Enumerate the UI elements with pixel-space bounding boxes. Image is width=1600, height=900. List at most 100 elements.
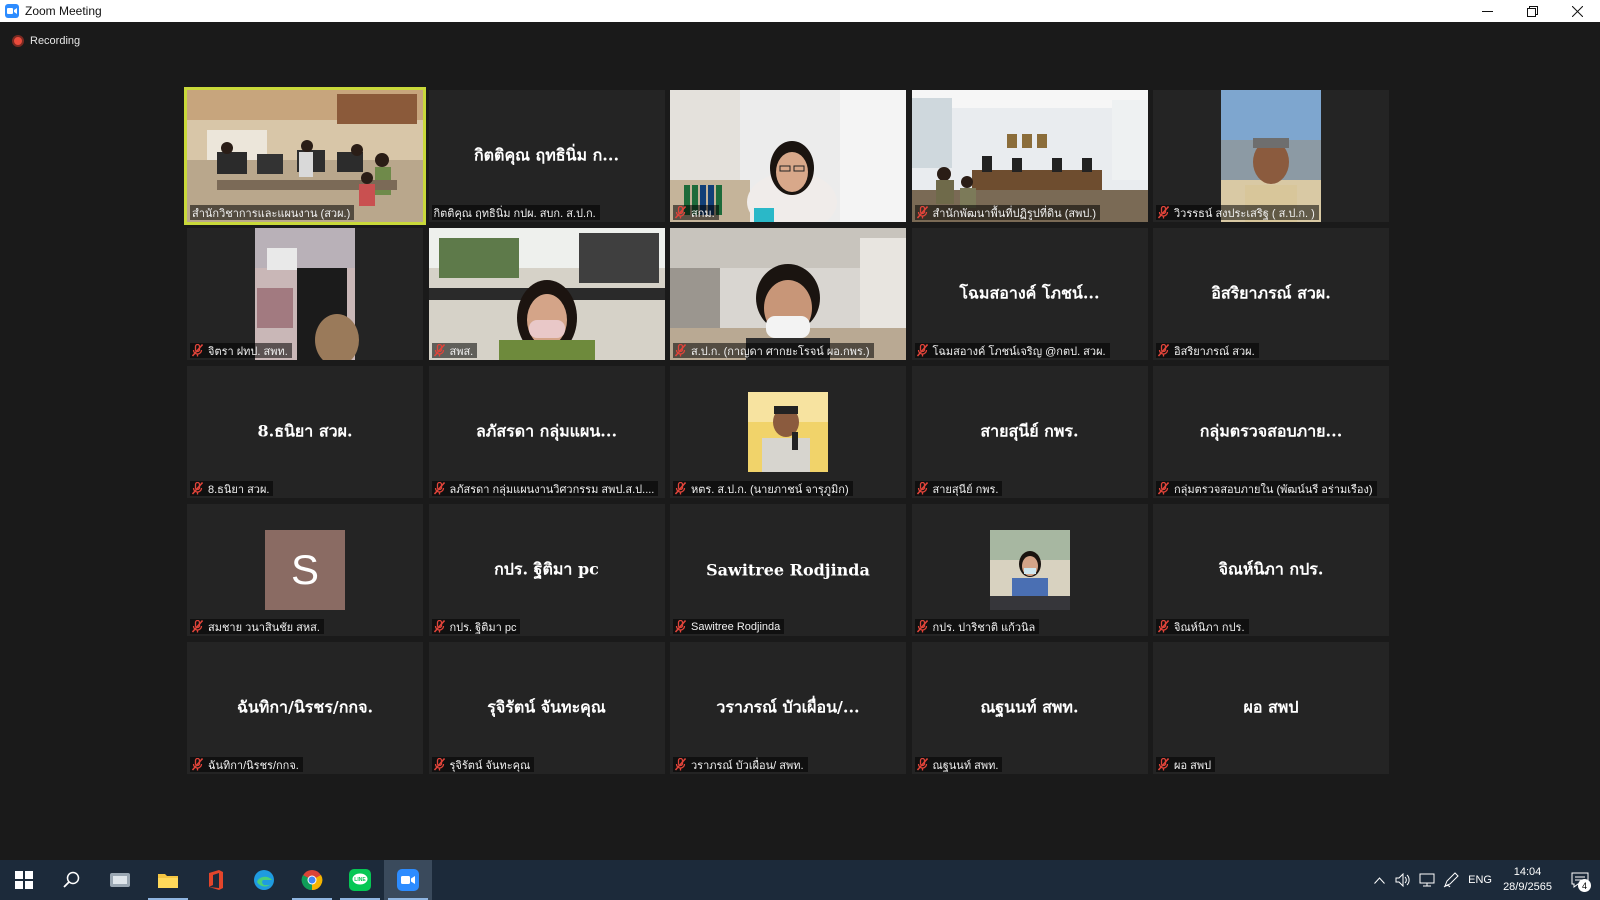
pen-button[interactable] [1439,860,1463,900]
participant-tile[interactable]: ส.ป.ก. (กาญดา ศากยะโรจน์ ผอ.กพร.) [670,228,906,360]
gallery-view: สำนักวิชาการและแผนงาน (สวผ.) กิตติคุณ ฤทธ… [184,87,1413,790]
taskbar-edge[interactable] [240,860,288,900]
muted-mic-icon [192,344,203,357]
participant-name-label: ณฐนนท์ สพท. [914,757,1003,772]
participant-tile[interactable]: สายสุนีย์ กพร. สายสุนีย์ กพร. [911,366,1148,498]
taskbar-zoom[interactable] [384,860,432,900]
participant-display-name: อิสริยาภรณ์ สวผ. [1211,283,1331,303]
muted-mic-icon [433,482,445,495]
clock[interactable]: 14:04 28/9/2565 [1503,865,1552,895]
muted-mic-icon [1158,344,1169,357]
participant-tile[interactable]: 8.ธนิยา สวผ. 8.ธนิยา สวผ. [187,366,423,498]
participant-name: Sawitree Rodjinda [691,620,781,633]
participant-tile[interactable]: โฉมสอางค์ โภชน์... โฉมสอางค์ โภชน์เจริญ @… [911,228,1148,360]
participant-tile[interactable]: จิณห์นิภา กปร. จิณห์นิภา กปร. [1153,504,1389,636]
participant-name-label: กิตติคุณ ฤทธินิ่ม กปผ. สบก. ส.ป.ก. [431,205,600,220]
minimize-button[interactable] [1465,0,1510,22]
muted-mic-icon [916,482,928,495]
participant-tile[interactable]: อิสริยาภรณ์ สวผ. อิสริยาภรณ์ สวผ. [1153,228,1389,360]
participant-tile[interactable]: สำนักพัฒนาพื้นที่ปฏิรูปที่ดิน (สพป.) [911,90,1148,222]
participant-display-name: ฉันทิกา/นิรชร/กกจ. [236,697,374,717]
taskbar-line[interactable]: LINE [336,860,384,900]
participant-tile[interactable]: วิวรรธน์ สงประเสริฐ ( ส.ป.ก. ) [1153,90,1389,222]
restore-button[interactable] [1510,0,1555,22]
participant-name: สำนักพัฒนาพื้นที่ปฏิรูปที่ดิน (สพป.) [932,207,1097,220]
participant-name: กิตติคุณ ฤทธินิ่ม กปผ. สบก. ส.ป.ก. [433,207,596,220]
participant-name: จิณห์นิภา กปร. [1174,621,1245,634]
participant-tile[interactable]: Sawitree Rodjinda Sawitree Rodjinda [670,504,906,636]
taskbar-file-explorer[interactable] [144,860,192,900]
participant-tile[interactable]: ฉันทิกา/นิรชร/กกจ. ฉันทิกา/นิรชร/กกจ. [187,642,423,774]
clock-time: 14:04 [1513,866,1542,878]
participant-video [1153,90,1389,222]
participant-tile[interactable]: จิตรา ฝทป. สพท. [187,228,423,360]
muted-mic-icon [916,344,928,357]
close-button[interactable] [1555,0,1600,22]
participant-tile[interactable]: สพส. [428,228,665,360]
participant-tile[interactable]: กลุ่มตรวจสอบภาย... กลุ่มตรวจสอบภายใน (พัฒ… [1153,366,1389,498]
recording-indicator[interactable]: Recording [12,35,80,47]
office-icon [209,870,223,890]
participant-display-name: กลุ่มตรวจสอบภาย... [1199,421,1343,441]
participant-tile[interactable]: วราภรณ์ บัวเผื่อน/... วราภรณ์ บัวเผื่อน/ … [670,642,906,774]
participant-name-label: โฉมสอางค์ โภชน์เจริญ @กตป. สวผ. [914,343,1110,358]
participant-name: สกม. [691,207,715,220]
participant-name-label: ส.ป.ก. (กาญดา ศากยะโรจน์ ผอ.กพร.) [673,343,874,358]
muted-mic-icon [433,758,445,771]
participant-name-label: จิณห์นิภา กปร. [1156,619,1249,634]
participant-name: กปร. ฐิติมา pc [449,621,517,634]
zoom-icon [397,869,419,891]
participant-display-name: สายสุนีย์ กพร. [980,421,1079,441]
participant-display-name: กปร. ฐิติมา pc [494,559,599,579]
participant-tile[interactable]: กปร. ฐิติมา pc กปร. ฐิติมา pc [428,504,665,636]
app-icon [110,873,130,887]
muted-mic-icon [675,620,686,633]
participant-name-label: อิสริยาภรณ์ สวผ. [1156,343,1259,358]
muted-mic-icon [192,620,203,633]
participant-display-name: ผอ สพป [1243,697,1299,717]
participant-display-name: ลภัสรดา กลุ่มแผน... [475,421,618,441]
language-indicator[interactable]: ENG [1463,860,1497,900]
participant-video [187,90,423,222]
taskbar-app[interactable] [96,860,144,900]
participant-name-label: กปร. ฐิติมา pc [431,619,521,634]
taskbar-chrome[interactable] [288,860,336,900]
start-icon [15,871,33,889]
pen-icon [1443,872,1459,888]
network-button[interactable] [1415,860,1439,900]
muted-mic-icon [433,620,445,633]
volume-button[interactable] [1391,860,1415,900]
participant-tile[interactable]: กิตติคุณ ฤทธินิ่ม ก... กิตติคุณ ฤทธินิ่ม … [428,90,665,222]
muted-mic-icon [916,620,928,633]
participant-video [187,228,423,360]
participant-display-name: ณฐนนท์ สพท. [980,697,1079,717]
start-button[interactable] [0,860,48,900]
taskbar-office[interactable] [192,860,240,900]
participant-tile[interactable]: สำนักวิชาการและแผนงาน (สวผ.) [184,87,426,225]
participant-name: กลุ่มตรวจสอบภายใน (พัฒน์นรี อร่ามเรือง) [1174,483,1373,496]
search-button[interactable] [48,860,96,900]
muted-mic-icon [675,344,686,357]
participant-tile[interactable]: กปร. ปาริชาติ แก้วนิล [911,504,1148,636]
participant-tile[interactable]: ณฐนนท์ สพท. ณฐนนท์ สพท. [911,642,1148,774]
participant-tile[interactable]: หตร. ส.ป.ก. (นายภาชน์ จารุภูมิก) [670,366,906,498]
participant-name-label: กลุ่มตรวจสอบภายใน (พัฒน์นรี อร่ามเรือง) [1156,481,1377,496]
show-hidden-icons[interactable] [1367,860,1391,900]
participant-tile[interactable]: สกม. [670,90,906,222]
participant-photo [748,392,828,472]
recording-icon [12,35,24,47]
window-title: Zoom Meeting [25,4,102,18]
participant-tile[interactable]: ผอ สพป ผอ สพป [1153,642,1389,774]
participant-name-label: จิตรา ฝทป. สพท. [190,343,292,358]
participant-name: ส.ป.ก. (กาญดา ศากยะโรจน์ ผอ.กพร.) [691,345,870,358]
participant-photo [989,530,1070,610]
participant-tile[interactable]: S สมชาย วนาสินชัย สหส. [187,504,423,636]
participant-name-label: รุจิรัตน์ จันทะคุณ [431,757,535,772]
participant-name: สพส. [449,345,474,358]
restore-icon [1527,5,1538,17]
participant-tile[interactable]: ลภัสรดา กลุ่มแผน... ลภัสรดา กลุ่มแผนงานวิ… [428,366,665,498]
action-center-button[interactable]: 4 [1560,860,1600,900]
participant-tile[interactable]: รุจิรัตน์ จันทะคุณ รุจิรัตน์ จันทะคุณ [428,642,665,774]
muted-mic-icon [433,344,445,357]
zoom-app-icon [5,4,19,18]
